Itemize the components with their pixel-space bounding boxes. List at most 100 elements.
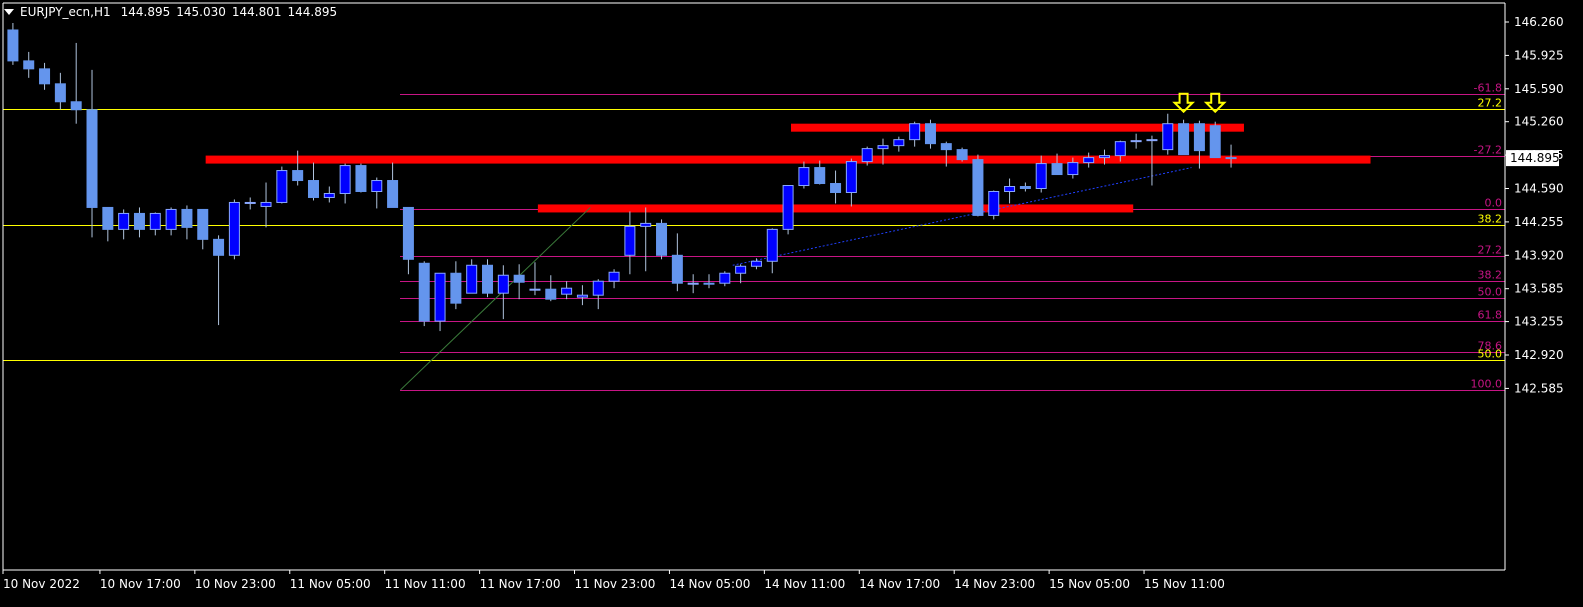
- candle: [924, 119, 936, 149]
- x-tick-label: 10 Nov 17:00: [100, 577, 181, 591]
- candle: [561, 281, 573, 300]
- candle: [766, 228, 778, 274]
- candle-body: [1004, 186, 1016, 192]
- candle-body: [893, 139, 905, 147]
- symbol-info: EURJPY_ecn,H1 144.895 145.030 144.801 14…: [4, 5, 337, 19]
- candle-body: [513, 274, 525, 283]
- candle-body: [861, 148, 873, 163]
- candle: [165, 207, 177, 236]
- candle-body: [1083, 157, 1095, 164]
- candle-body: [1035, 163, 1047, 190]
- candle: [23, 51, 35, 78]
- candle: [735, 264, 747, 284]
- candle-body: [23, 60, 35, 70]
- candle-body: [434, 272, 446, 322]
- y-tick-label: 142.585: [1514, 381, 1564, 395]
- candle-body: [197, 208, 209, 240]
- candle-body: [972, 159, 984, 216]
- candle: [1162, 113, 1174, 155]
- candle: [576, 285, 588, 306]
- candle: [86, 69, 98, 238]
- candle: [624, 211, 636, 275]
- candle: [750, 258, 762, 270]
- candle: [909, 121, 921, 147]
- candle-body: [307, 180, 319, 198]
- candle-body: [671, 254, 683, 284]
- candle: [39, 62, 51, 90]
- candle: [355, 163, 367, 193]
- candle-body: [830, 183, 842, 193]
- x-tick-label: 11 Nov 23:00: [575, 577, 656, 591]
- current-price-label: 144.895: [1510, 151, 1560, 165]
- candle: [845, 158, 857, 207]
- menu-triangle-icon[interactable]: [4, 9, 14, 15]
- candle-body: [735, 265, 747, 274]
- candle: [181, 205, 193, 240]
- candle-body: [909, 123, 921, 141]
- candlestick-chart[interactable]: -61.827.2-27.20.038.227.238.250.061.878.…: [0, 0, 1583, 603]
- candle: [260, 182, 272, 228]
- candle-body: [782, 185, 794, 230]
- candle: [608, 269, 620, 289]
- chart[interactable]: -61.8 27.2 -27.2 0.0 38.2 27.2 38.2 50.0 61.8 78.…: [0, 0, 1583, 603]
- x-tick-label: 11 Nov 17:00: [480, 577, 561, 591]
- candle-body: [656, 222, 668, 256]
- candle-body: [482, 264, 494, 294]
- candle: [972, 154, 984, 217]
- red-zone: [537, 204, 1134, 213]
- candle: [149, 212, 161, 236]
- x-tick-label: 14 Nov 11:00: [764, 577, 845, 591]
- candle: [197, 208, 209, 250]
- candle-body: [798, 167, 810, 187]
- candle: [339, 163, 351, 204]
- candle: [402, 206, 414, 275]
- candle: [1130, 133, 1142, 149]
- candle-body: [924, 123, 936, 145]
- candle: [497, 265, 509, 320]
- level-label: -61.8: [1474, 82, 1502, 95]
- level-label: 38.2: [1478, 213, 1503, 226]
- y-tick-label: 143.585: [1514, 282, 1564, 296]
- level-label: 50.0: [1478, 348, 1503, 361]
- candle-body: [640, 222, 652, 227]
- y-tick-label: 144.590: [1514, 182, 1564, 196]
- candle-body: [940, 143, 952, 151]
- x-tick-label: 11 Nov 11:00: [385, 577, 466, 591]
- candle-body: [545, 288, 557, 300]
- candle: [893, 136, 905, 152]
- candle: [687, 274, 699, 294]
- candle-body: [466, 264, 478, 294]
- candle: [830, 170, 842, 204]
- candle: [323, 186, 335, 203]
- high-price: 145.030: [176, 5, 226, 19]
- low-price: 144.801: [231, 5, 282, 19]
- candle: [719, 271, 731, 287]
- candle-body: [418, 262, 430, 322]
- candle-body: [118, 212, 130, 230]
- open-price: 144.895: [120, 5, 171, 19]
- candle-body: [54, 83, 66, 103]
- candle-body: [213, 238, 225, 256]
- candle-body: [7, 29, 19, 62]
- candle: [782, 185, 794, 235]
- y-tick-label: 143.255: [1514, 315, 1564, 329]
- candle-body: [719, 272, 731, 284]
- level-label: 38.2: [1478, 269, 1503, 282]
- candle: [656, 219, 668, 260]
- candle-body: [1193, 123, 1205, 152]
- level-label: 27.2: [1478, 244, 1503, 257]
- candle-body: [956, 149, 968, 161]
- candle: [798, 161, 810, 189]
- candle: [671, 233, 683, 292]
- candle-body: [814, 167, 826, 185]
- candle-body: [323, 192, 335, 198]
- candle-body: [1019, 186, 1031, 190]
- candle: [371, 177, 383, 209]
- candle-body: [149, 212, 161, 230]
- candle-body: [1146, 139, 1158, 142]
- candle: [1083, 152, 1095, 168]
- candle: [450, 261, 462, 310]
- x-tick-label: 11 Nov 05:00: [290, 577, 371, 591]
- candle: [118, 209, 130, 240]
- x-tick-label: 14 Nov 17:00: [859, 577, 940, 591]
